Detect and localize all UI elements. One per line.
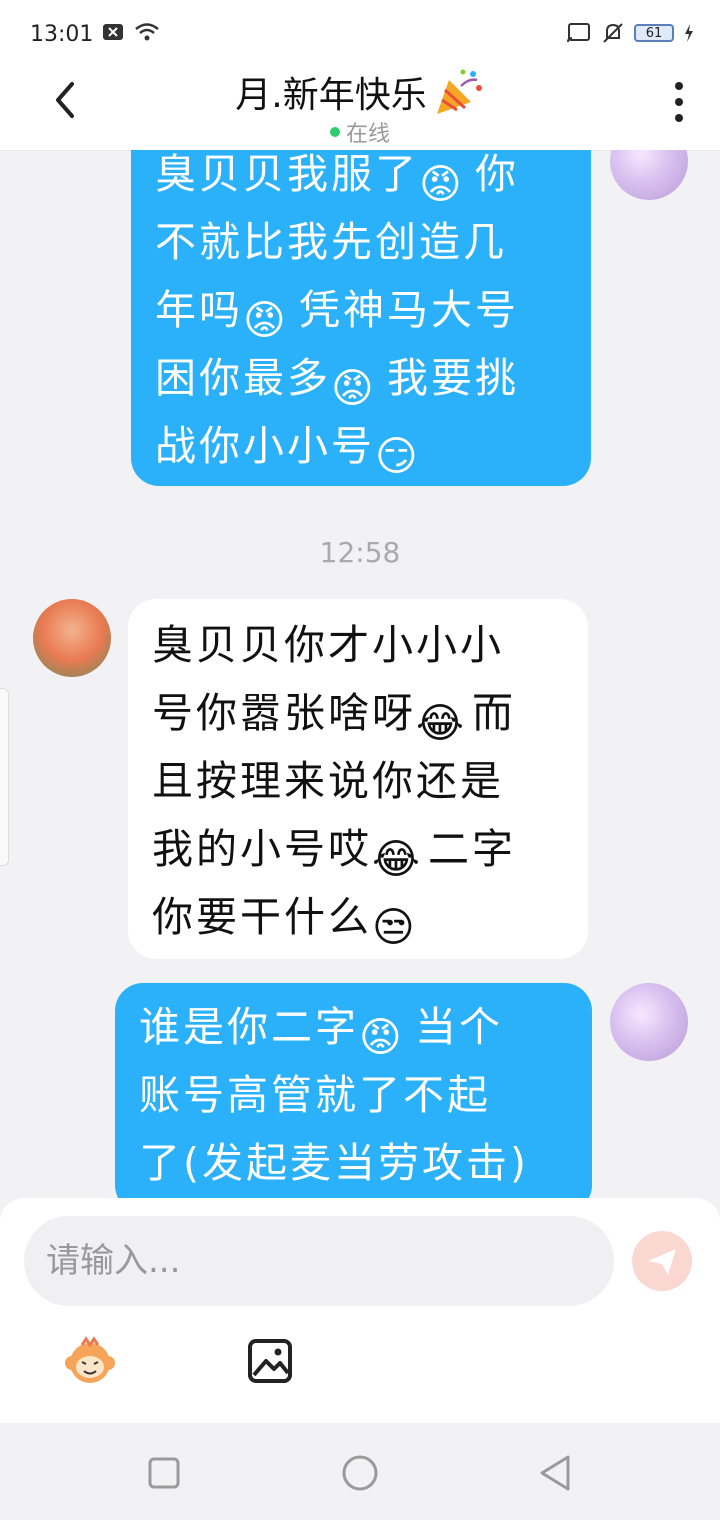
- message-input[interactable]: 请输入...: [24, 1216, 614, 1306]
- angry-emoji-icon: 😡: [243, 296, 289, 344]
- message-timestamp: 12:58: [319, 536, 401, 569]
- recent-apps-icon[interactable]: [144, 1453, 184, 1493]
- laugh-emoji-icon: 😂: [372, 835, 423, 883]
- message-line: 不就比我先创造几: [155, 218, 507, 266]
- my-avatar[interactable]: [610, 983, 688, 1061]
- status-right-icons: 61: [566, 22, 694, 44]
- close-box-icon: [103, 24, 123, 40]
- send-button[interactable]: [632, 1231, 692, 1291]
- message-line: 我的小号哎😂 二字: [152, 825, 516, 883]
- message-line: 困你最多😡 我要挑: [155, 354, 519, 412]
- system-nav-bar: [0, 1423, 720, 1520]
- message-line: 战你小小号😏: [155, 412, 567, 480]
- input-bar: 请输入...: [0, 1198, 720, 1423]
- message-bubble-mine[interactable]: 谁是你二字😡 当个 账号高管就了不起 了(发起麦当劳攻击): [115, 983, 592, 1200]
- charging-icon: [685, 24, 693, 42]
- party-popper-icon: [436, 69, 482, 114]
- message-line: 臭贝贝你才小小小: [152, 621, 504, 669]
- chat-messages[interactable]: 臭贝贝我服了😡 你 不就比我先创造几 年吗😡 凭神马大号 困你最多😡 我要挑 战你小小…: [0, 150, 720, 1200]
- message-line: 年吗😡 凭神马大号: [155, 286, 519, 344]
- message-line: 谁是你二字😡 当个: [139, 1003, 503, 1061]
- message-line: 你要干什么😒: [152, 883, 564, 951]
- message-bubble-theirs[interactable]: 臭贝贝你才小小小 号你嚣张啥呀😂 而 且按理来说你还是 我的小号哎😂 二字 你要干什…: [128, 599, 588, 959]
- more-vertical-icon[interactable]: [674, 82, 684, 122]
- unamused-emoji-icon: 😒: [372, 903, 418, 951]
- chat-header: 月.新年快乐 在线: [0, 60, 720, 151]
- contact-avatar[interactable]: [33, 599, 111, 677]
- home-icon[interactable]: [340, 1453, 380, 1493]
- back-triangle-icon[interactable]: [536, 1453, 576, 1493]
- smirk-emoji-icon: 😏: [375, 432, 421, 480]
- status-left-icons: [102, 22, 160, 42]
- my-avatar[interactable]: [610, 150, 688, 200]
- image-icon[interactable]: [242, 1333, 298, 1389]
- online-status: 在线: [329, 116, 390, 148]
- message-line: 臭贝贝我服了😡 你: [155, 150, 519, 208]
- battery-indicator: 61: [634, 24, 674, 42]
- wifi-icon: [135, 23, 159, 41]
- message-line: 且按理来说你还是: [152, 757, 504, 805]
- message-line: 号你嚣张啥呀😂 而: [152, 689, 516, 747]
- angry-emoji-icon: 😡: [359, 1013, 405, 1061]
- online-dot: [329, 127, 340, 137]
- side-drawer-handle[interactable]: [0, 688, 9, 866]
- online-status-text: 在线: [345, 122, 390, 147]
- angry-emoji-icon: 😡: [331, 364, 377, 412]
- chat-title[interactable]: 月.新年快乐: [235, 66, 484, 118]
- laugh-emoji-icon: 😂: [416, 699, 467, 747]
- send-icon: [648, 1249, 676, 1275]
- mute-bell-icon: [603, 23, 623, 43]
- message-line: 账号高管就了不起: [139, 1071, 491, 1119]
- status-time: 13:01: [30, 22, 94, 47]
- message-line: 了(发起麦当劳攻击): [139, 1139, 529, 1187]
- chat-title-text: 月.新年快乐: [235, 75, 427, 116]
- message-bubble-mine[interactable]: 臭贝贝我服了😡 你 不就比我先创造几 年吗😡 凭神马大号 困你最多😡 我要挑 战你小小…: [131, 150, 591, 486]
- monkey-emoji-icon[interactable]: [62, 1333, 118, 1389]
- title-block: 月.新年快乐 在线: [0, 60, 720, 148]
- angry-emoji-icon: 😡: [419, 160, 465, 208]
- cast-icon: [567, 23, 590, 43]
